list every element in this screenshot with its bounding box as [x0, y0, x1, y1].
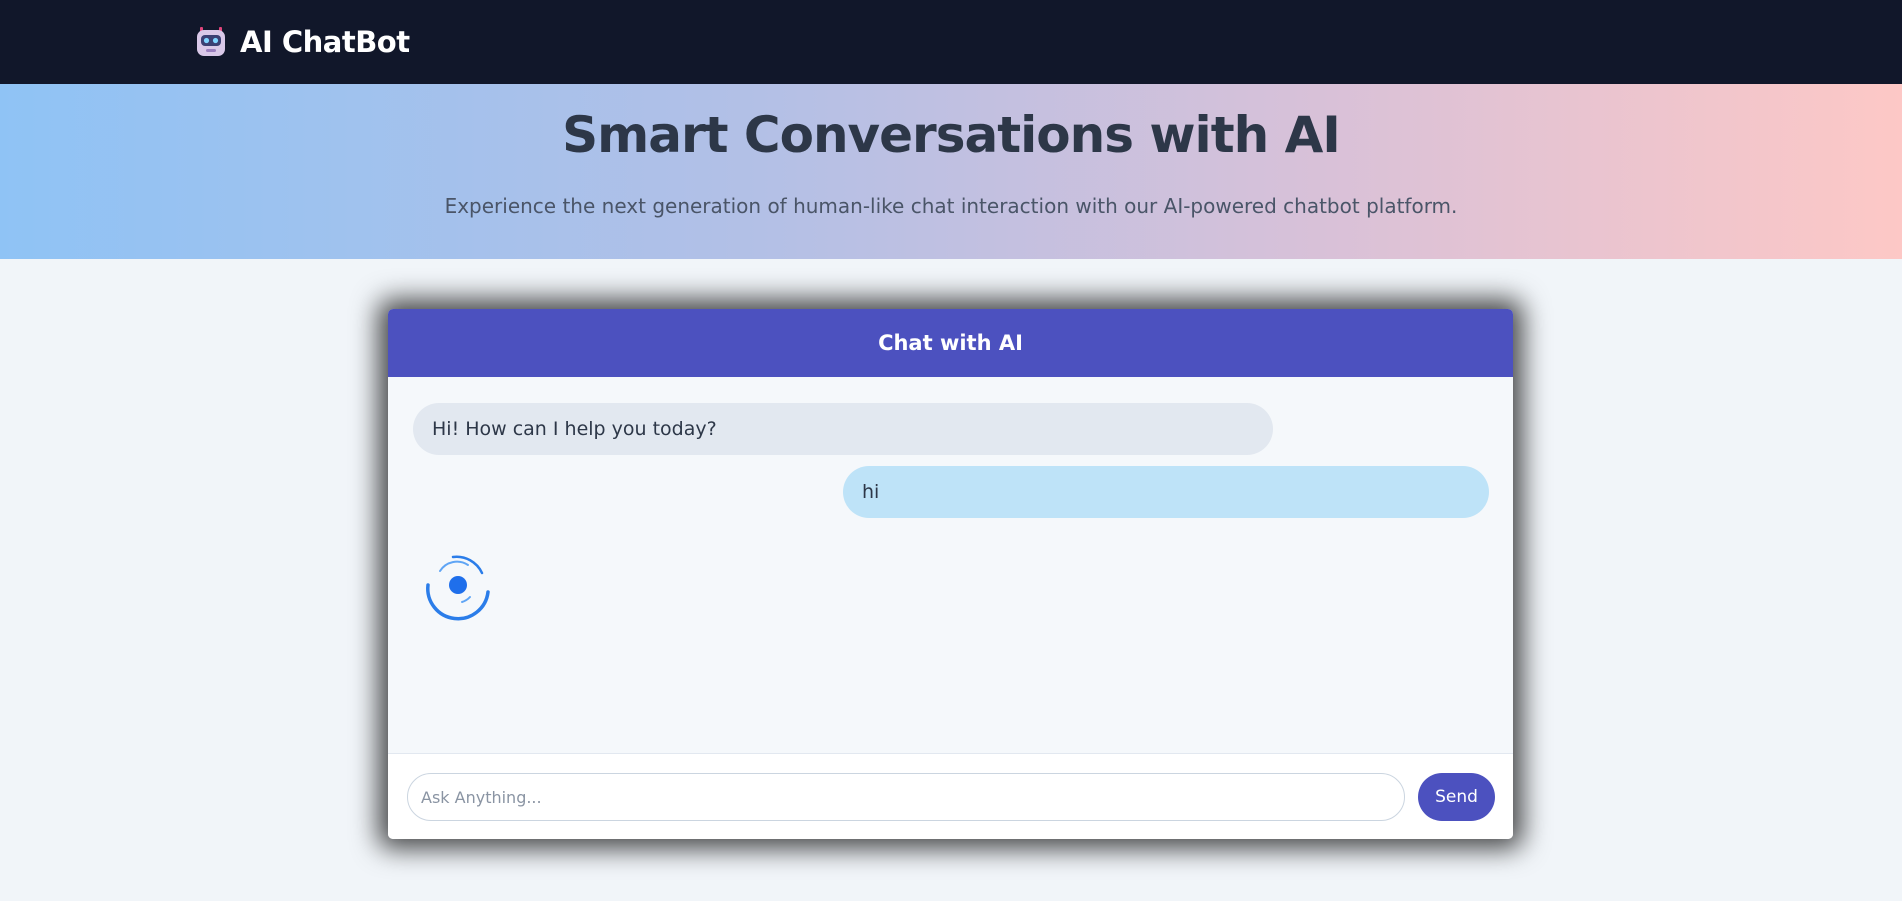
- top-navbar: AI ChatBot: [0, 0, 1902, 84]
- chat-input-bar: Send: [388, 753, 1513, 839]
- robot-icon: [197, 27, 225, 56]
- bot-message: Hi! How can I help you today?: [413, 403, 1273, 455]
- chat-header: Chat with AI: [388, 309, 1513, 377]
- hero-subtitle: Experience the next generation of human-…: [444, 194, 1458, 218]
- loading-spinner-icon: [426, 555, 490, 621]
- chat-input[interactable]: [407, 773, 1405, 821]
- send-button[interactable]: Send: [1418, 773, 1495, 821]
- brand[interactable]: AI ChatBot: [194, 20, 410, 64]
- brand-name: AI ChatBot: [240, 25, 410, 59]
- hero-title: Smart Conversations with AI: [562, 106, 1341, 164]
- user-message: hi: [843, 466, 1489, 518]
- hero-section: Smart Conversations with AI Experience t…: [0, 84, 1902, 259]
- chat-window: Chat with AI Hi! How can I help you toda…: [388, 309, 1513, 839]
